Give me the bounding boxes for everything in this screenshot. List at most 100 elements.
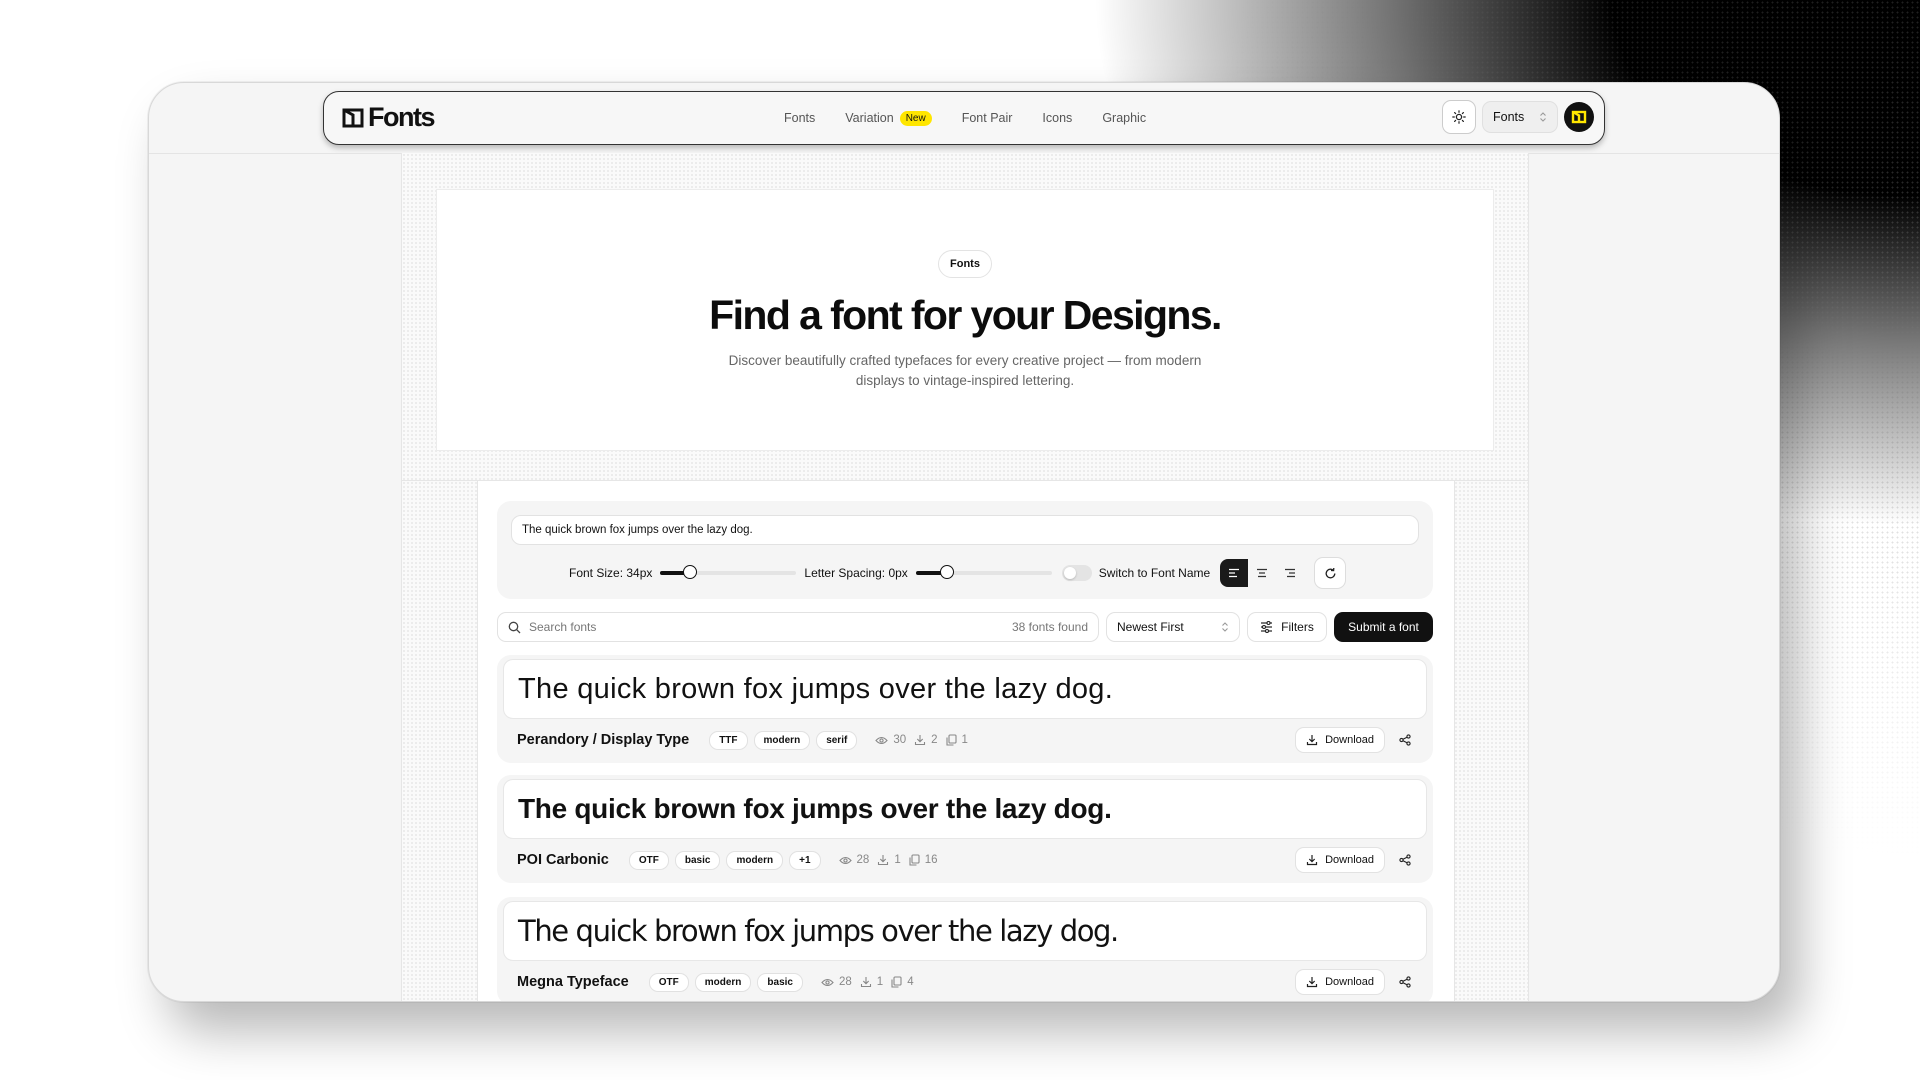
font-preview[interactable]: The quick brown fox jumps over the lazy … bbox=[503, 779, 1427, 839]
submit-font-button[interactable]: Submit a font bbox=[1334, 612, 1433, 642]
tag[interactable]: OTF bbox=[628, 850, 669, 870]
download-icon bbox=[1306, 977, 1318, 988]
download-button[interactable]: Download bbox=[1295, 727, 1385, 753]
eye-icon bbox=[838, 856, 852, 864]
font-size-label: Font Size: 34px bbox=[569, 566, 653, 580]
hero-pill: Fonts bbox=[938, 250, 992, 278]
nav-link-fonts[interactable]: Fonts bbox=[784, 111, 815, 125]
views-stat: 28 bbox=[838, 854, 870, 866]
avatar[interactable] bbox=[1564, 102, 1594, 132]
slider-handle[interactable] bbox=[683, 565, 698, 579]
navbar: Fonts Fonts Variation New Font Pair Icon… bbox=[323, 91, 1605, 145]
slider-handle[interactable] bbox=[940, 565, 955, 579]
font-card: The quick brown fox jumps over the lazy … bbox=[497, 897, 1433, 1001]
copy-icon bbox=[891, 976, 902, 988]
category-select-value: Fonts bbox=[1493, 110, 1525, 124]
nav-actions: Fonts bbox=[1442, 100, 1594, 134]
share-button[interactable] bbox=[1391, 969, 1419, 995]
logo[interactable]: Fonts bbox=[342, 102, 436, 133]
browser-window: Fonts Fonts Variation New Font Pair Icon… bbox=[148, 82, 1780, 1002]
tag[interactable]: serif bbox=[816, 730, 858, 750]
share-button[interactable] bbox=[1391, 727, 1419, 753]
chevron-updown-icon bbox=[1222, 622, 1228, 632]
filters-button[interactable]: Filters bbox=[1247, 612, 1327, 642]
switch-font-name-label: Switch to Font Name bbox=[1098, 566, 1211, 580]
align-center-button[interactable] bbox=[1248, 559, 1277, 587]
font-size-slider[interactable] bbox=[660, 565, 797, 579]
share-button[interactable] bbox=[1391, 847, 1419, 873]
tag[interactable]: modern bbox=[694, 972, 752, 992]
download-icon bbox=[1306, 735, 1318, 746]
logo-text: Fonts bbox=[368, 102, 436, 132]
download-label: Download bbox=[1325, 854, 1374, 866]
text-align-group bbox=[1220, 559, 1305, 587]
nav-link-label: Fonts bbox=[784, 111, 816, 125]
preview-text-input[interactable] bbox=[511, 515, 1419, 545]
download-button[interactable]: Download bbox=[1295, 969, 1385, 995]
views-count: 28 bbox=[856, 854, 870, 866]
downloads-count: 2 bbox=[931, 734, 938, 746]
category-select[interactable]: Fonts bbox=[1482, 101, 1558, 133]
font-name[interactable]: Megna Typeface bbox=[517, 974, 629, 990]
nav-link-variation[interactable]: Variation New bbox=[845, 110, 932, 126]
search-placeholder: Search fonts bbox=[529, 620, 597, 634]
content-area: Fonts Find a font for your Designs. Disc… bbox=[401, 153, 1529, 1001]
switch-font-name-toggle[interactable] bbox=[1061, 565, 1092, 581]
sort-select-value: Newest First bbox=[1117, 620, 1184, 634]
submit-font-label: Submit a font bbox=[1348, 620, 1419, 634]
font-card: The quick brown fox jumps over the lazy … bbox=[497, 655, 1433, 763]
views-stat: 28 bbox=[821, 976, 852, 988]
align-right-button[interactable] bbox=[1276, 559, 1305, 587]
tag[interactable]: modern bbox=[726, 850, 784, 870]
nav-link-icons[interactable]: Icons bbox=[1042, 111, 1072, 125]
downloads-stat: 1 bbox=[860, 976, 883, 988]
search-toolbar: Search fonts 38 fonts found Newest First… bbox=[497, 612, 1433, 644]
align-left-button[interactable] bbox=[1220, 559, 1249, 587]
share-icon bbox=[1399, 854, 1411, 866]
download-label: Download bbox=[1325, 976, 1374, 988]
hero-subtitle: Discover beautifully crafted typefaces f… bbox=[728, 353, 1202, 388]
font-name[interactable]: Perandory / Display Type bbox=[517, 732, 689, 748]
views-count: 30 bbox=[893, 734, 907, 746]
refresh-icon bbox=[1325, 567, 1336, 578]
share-icon bbox=[1399, 976, 1411, 988]
tag[interactable]: TTF bbox=[709, 730, 748, 750]
font-meta: Megna Typeface OTF modern basic 28 1 4 D… bbox=[517, 967, 1419, 997]
download-icon bbox=[915, 735, 926, 746]
search-input[interactable]: Search fonts 38 fonts found bbox=[497, 612, 1099, 642]
sort-select[interactable]: Newest First bbox=[1106, 612, 1240, 642]
tag[interactable]: basic bbox=[674, 850, 721, 870]
eye-icon bbox=[821, 978, 834, 986]
nav-link-label: Graphic bbox=[1102, 111, 1147, 125]
nav-link-graphic[interactable]: Graphic bbox=[1102, 111, 1146, 125]
nav-link-font-pair[interactable]: Font Pair bbox=[962, 111, 1013, 125]
download-icon bbox=[1306, 855, 1318, 866]
tag[interactable]: modern bbox=[753, 730, 811, 750]
download-button[interactable]: Download bbox=[1295, 847, 1385, 873]
nav-link-label: Variation bbox=[845, 111, 894, 125]
reset-button[interactable] bbox=[1314, 557, 1347, 589]
theme-toggle-button[interactable] bbox=[1442, 100, 1476, 134]
letter-spacing-slider[interactable] bbox=[915, 565, 1052, 579]
downloads-stat: 1 bbox=[877, 854, 901, 866]
download-label: Download bbox=[1325, 734, 1374, 746]
tag[interactable]: OTF bbox=[648, 972, 689, 992]
font-name[interactable]: POI Carbonic bbox=[517, 852, 609, 868]
new-badge: New bbox=[899, 110, 932, 126]
search-icon bbox=[508, 621, 521, 633]
font-card: The quick brown fox jumps over the lazy … bbox=[497, 775, 1433, 883]
copy-icon bbox=[945, 734, 957, 746]
views-count: 28 bbox=[839, 976, 852, 988]
preview-controls: Font Size: 34px Letter Spacing: 0px bbox=[497, 501, 1433, 599]
font-preview[interactable]: The quick brown fox jumps over the lazy … bbox=[503, 659, 1427, 719]
font-preview[interactable]: The quick brown fox jumps over the lazy … bbox=[503, 901, 1427, 961]
nav-link-label: Icons bbox=[1042, 111, 1073, 125]
tag[interactable]: +1 bbox=[789, 850, 821, 870]
nav-link-label: Font Pair bbox=[961, 111, 1013, 125]
copies-count: 1 bbox=[961, 734, 968, 746]
logo-icon bbox=[342, 108, 364, 127]
filters-label: Filters bbox=[1281, 620, 1314, 634]
tag[interactable]: basic bbox=[757, 972, 803, 992]
download-icon bbox=[860, 977, 871, 988]
switch-font-name-control: Switch to Font Name bbox=[1061, 565, 1211, 581]
